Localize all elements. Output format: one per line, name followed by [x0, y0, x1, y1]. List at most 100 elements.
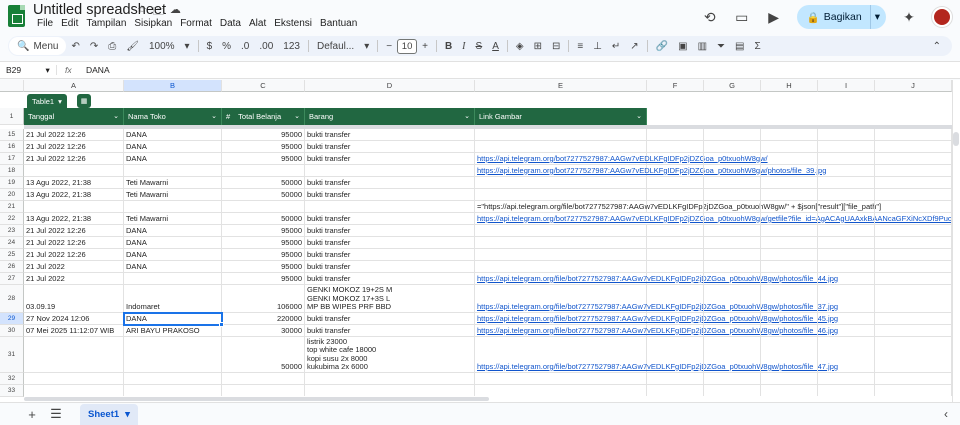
cell[interactable]: [761, 237, 818, 249]
cell[interactable]: [222, 373, 305, 385]
cell[interactable]: bukti transfer: [305, 273, 475, 285]
header-nama-toko[interactable]: Nama Toko ⌄: [124, 108, 222, 125]
share-button[interactable]: 🔒 Bagikan ▾: [796, 5, 886, 29]
cell[interactable]: bukti transfer: [305, 129, 475, 141]
cell[interactable]: [875, 129, 952, 141]
cell[interactable]: [761, 165, 818, 177]
cell[interactable]: [475, 225, 647, 237]
cell[interactable]: [647, 189, 704, 201]
cell[interactable]: 13 Agu 2022, 21:38: [24, 189, 124, 201]
cell[interactable]: 21 Jul 2022 12:26: [24, 249, 124, 261]
paint-format-icon[interactable]: 🖌: [121, 41, 144, 52]
insert-link-icon[interactable]: 🔗: [651, 41, 673, 52]
menu-data[interactable]: Data: [216, 18, 245, 29]
cell[interactable]: [875, 225, 952, 237]
cell[interactable]: DANA: [124, 153, 222, 165]
row-header[interactable]: 30: [0, 325, 24, 337]
column-header-e[interactable]: E: [475, 80, 647, 92]
freeze-divider[interactable]: [24, 125, 960, 129]
cell[interactable]: DANA: [124, 141, 222, 153]
cell[interactable]: [704, 201, 761, 213]
cell[interactable]: [647, 273, 704, 285]
bold-button[interactable]: B: [440, 41, 457, 52]
cell[interactable]: 21 Jul 2022: [24, 273, 124, 285]
font-dropdown-icon[interactable]: ▾: [359, 41, 374, 52]
cell[interactable]: [818, 313, 875, 325]
cell[interactable]: [875, 285, 952, 313]
formula-input[interactable]: DANA: [82, 65, 110, 75]
cell[interactable]: [875, 373, 952, 385]
cell[interactable]: [124, 373, 222, 385]
cell[interactable]: [222, 165, 305, 177]
cell[interactable]: [647, 261, 704, 273]
cell[interactable]: [875, 237, 952, 249]
row-header[interactable]: 24: [0, 237, 24, 249]
name-box[interactable]: B29 ▾: [0, 65, 56, 76]
cell[interactable]: [475, 177, 647, 189]
cell[interactable]: [647, 325, 704, 337]
row-header[interactable]: 23: [0, 225, 24, 237]
column-header-f[interactable]: F: [647, 80, 704, 92]
menu-edit[interactable]: Edit: [57, 18, 82, 29]
cell[interactable]: [875, 201, 952, 213]
menu-tools[interactable]: Alat: [245, 18, 270, 29]
cell[interactable]: 03.09.19: [24, 285, 124, 313]
cell[interactable]: 50000: [222, 189, 305, 201]
cell[interactable]: [222, 201, 305, 213]
cell[interactable]: [647, 177, 704, 189]
cell[interactable]: DANA: [124, 249, 222, 261]
cell[interactable]: 21 Jul 2022 12:26: [24, 237, 124, 249]
insert-chart-icon[interactable]: ▥: [693, 41, 712, 52]
cell[interactable]: [818, 337, 875, 373]
menu-format[interactable]: Format: [176, 18, 216, 29]
column-header-d[interactable]: D: [305, 80, 475, 92]
cell[interactable]: [875, 189, 952, 201]
chevron-down-icon[interactable]: ⌄: [113, 112, 119, 120]
menu-insert[interactable]: Sisipkan: [130, 18, 176, 29]
cell[interactable]: [305, 165, 475, 177]
cell[interactable]: [875, 249, 952, 261]
cell[interactable]: [305, 201, 475, 213]
strikethrough-button[interactable]: S: [471, 41, 488, 52]
print-icon[interactable]: ⎙: [103, 41, 121, 52]
cell[interactable]: [818, 225, 875, 237]
cell[interactable]: Teti Mawarni: [124, 213, 222, 225]
row-header[interactable]: 20: [0, 189, 24, 201]
meet-icon[interactable]: ▶: [765, 8, 783, 26]
cell[interactable]: [761, 153, 818, 165]
redo-icon[interactable]: ↷: [85, 41, 103, 52]
cell[interactable]: 21 Jul 2022 12:26: [24, 129, 124, 141]
cell[interactable]: [475, 141, 647, 153]
chevron-down-icon[interactable]: ⌄: [294, 112, 300, 120]
cell[interactable]: Indomaret: [124, 285, 222, 313]
cell[interactable]: [875, 313, 952, 325]
filter-views-icon[interactable]: ▤: [730, 41, 749, 52]
cell[interactable]: [761, 141, 818, 153]
cell[interactable]: [704, 337, 761, 373]
row-header[interactable]: 18: [0, 165, 24, 177]
row-header[interactable]: 17: [0, 153, 24, 165]
cell[interactable]: [761, 213, 818, 225]
cell[interactable]: [647, 337, 704, 373]
row-header[interactable]: 16: [0, 141, 24, 153]
cell[interactable]: [761, 325, 818, 337]
cell[interactable]: bukti transfer: [305, 213, 475, 225]
select-all-corner[interactable]: [0, 80, 24, 92]
cell[interactable]: [818, 273, 875, 285]
cell[interactable]: Teti Mawarni: [124, 189, 222, 201]
vertical-align-icon[interactable]: ⊥: [588, 41, 607, 52]
cell[interactable]: [647, 313, 704, 325]
text-color-button[interactable]: A: [487, 41, 504, 52]
cell[interactable]: 95000: [222, 237, 305, 249]
cell[interactable]: DANA: [124, 237, 222, 249]
cell[interactable]: DANA: [124, 129, 222, 141]
cell[interactable]: [704, 373, 761, 385]
row-header[interactable]: 25: [0, 249, 24, 261]
cell-grid[interactable]: A B C D E F G H I J Tanggal ⌄ Nama Toko ⌄ # Total Belan…: [0, 80, 960, 402]
cell[interactable]: [704, 225, 761, 237]
cell[interactable]: bukti transfer: [305, 177, 475, 189]
cell[interactable]: [24, 165, 124, 177]
filter-icon[interactable]: ⏷: [712, 41, 730, 52]
cell[interactable]: [875, 325, 952, 337]
row-header[interactable]: 32: [0, 373, 24, 385]
